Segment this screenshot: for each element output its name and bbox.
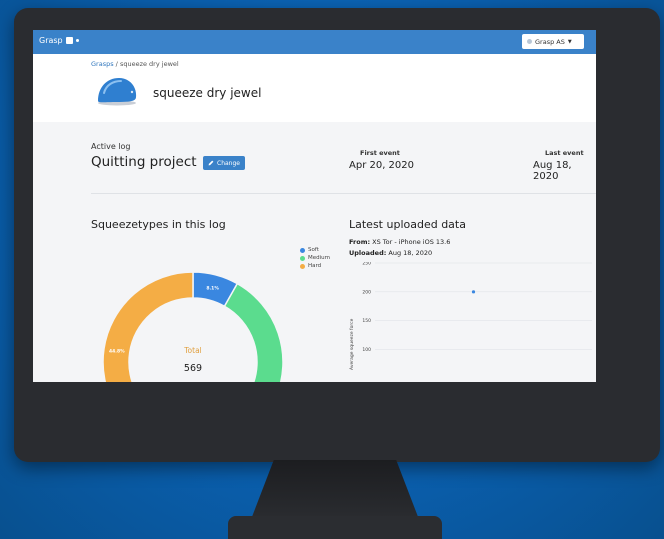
donut-slice-hard[interactable] <box>102 271 194 382</box>
monitor-stand-neck <box>250 460 420 522</box>
section-divider <box>91 193 596 194</box>
upload-source: From: XS Tor - iPhone iOS 13.6 <box>349 238 450 246</box>
chart-data-point[interactable] <box>471 290 476 294</box>
upload-source-value: XS Tor - iPhone iOS 13.6 <box>372 238 451 246</box>
upload-date: Uploaded: Aug 18, 2020 <box>349 249 432 257</box>
change-log-button-label: Change <box>217 159 240 167</box>
brand-square-icon <box>65 37 73 44</box>
donut-slice-label-soft: 8.1% <box>206 286 219 292</box>
organization-select-label: Grasp AS <box>535 37 565 46</box>
app-screen: Grasp Grasp AS ▼ Grasps / squeeze dry je… <box>33 30 596 382</box>
legend-label-soft: Soft <box>308 247 319 253</box>
organization-icon <box>527 39 532 44</box>
legend-swatch-medium <box>300 255 305 261</box>
brand-dot-icon <box>75 39 79 42</box>
breadcrumb: Grasps / squeeze dry jewel <box>91 60 179 68</box>
upload-date-label: Uploaded: <box>349 249 387 257</box>
device-title: squeeze dry jewel <box>153 86 262 100</box>
legend-item-hard[interactable]: Hard <box>300 262 330 270</box>
donut-total-value: 569 <box>184 363 202 374</box>
upload-date-value: Aug 18, 2020 <box>388 249 433 257</box>
squeezetypes-title: Squeezetypes in this log <box>91 218 226 231</box>
legend-swatch-soft <box>300 247 305 253</box>
legend-item-soft[interactable]: Soft <box>300 246 330 254</box>
change-log-button[interactable]: Change <box>203 156 245 170</box>
device-header: Grasps / squeeze dry jewel squeeze dry j… <box>33 54 596 122</box>
latest-uploaded-title: Latest uploaded data <box>349 218 466 231</box>
breadcrumb-separator: / <box>115 60 118 68</box>
legend-label-hard: Hard <box>308 263 322 269</box>
donut-total-label: Total <box>183 346 202 355</box>
chart-y-axis-label: Average squeeze force <box>349 318 355 370</box>
brand-name: Grasp <box>39 36 63 45</box>
chart-y-tick-label: 100 <box>362 347 371 353</box>
breadcrumb-root-link[interactable]: Grasps <box>91 60 114 68</box>
brand-logo[interactable]: Grasp <box>39 36 79 45</box>
last-event-value: Aug 18, 2020 <box>533 160 572 182</box>
organization-select[interactable]: Grasp AS ▼ <box>522 34 584 49</box>
pencil-icon <box>208 160 214 166</box>
legend-item-medium[interactable]: Medium <box>300 254 330 262</box>
donut-slice-label-hard: 44.8% <box>109 349 125 355</box>
squeezetypes-donut-chart: Total 569 8.1%46.0%44.8% <box>102 271 284 382</box>
last-event-label: Last event <box>545 149 584 157</box>
active-log-label: Active log <box>91 142 131 151</box>
donut-legend: Soft Medium Hard <box>300 246 330 270</box>
top-navbar: Grasp Grasp AS ▼ <box>33 30 596 54</box>
chart-y-tick-label: 250 <box>362 262 371 267</box>
legend-swatch-hard <box>300 263 305 269</box>
legend-label-medium: Medium <box>308 255 330 261</box>
upload-source-label: From: <box>349 238 371 246</box>
log-content-area: Active log Quitting project Change First… <box>33 122 596 382</box>
chart-y-tick-label: 200 <box>362 289 371 295</box>
active-log-value: Quitting project <box>91 154 197 170</box>
first-event-value: Apr 20, 2020 <box>349 160 415 171</box>
first-event-label: First event <box>360 149 400 157</box>
chart-y-tick-label: 150 <box>362 318 371 324</box>
breadcrumb-current: squeeze dry jewel <box>119 60 179 68</box>
monitor-stand-base <box>228 516 442 539</box>
latest-data-chart: Average squeeze force 250 200 150 100 <box>349 262 592 370</box>
blue-squeeze-device-icon <box>98 78 137 106</box>
caret-down-icon: ▼ <box>567 38 572 45</box>
